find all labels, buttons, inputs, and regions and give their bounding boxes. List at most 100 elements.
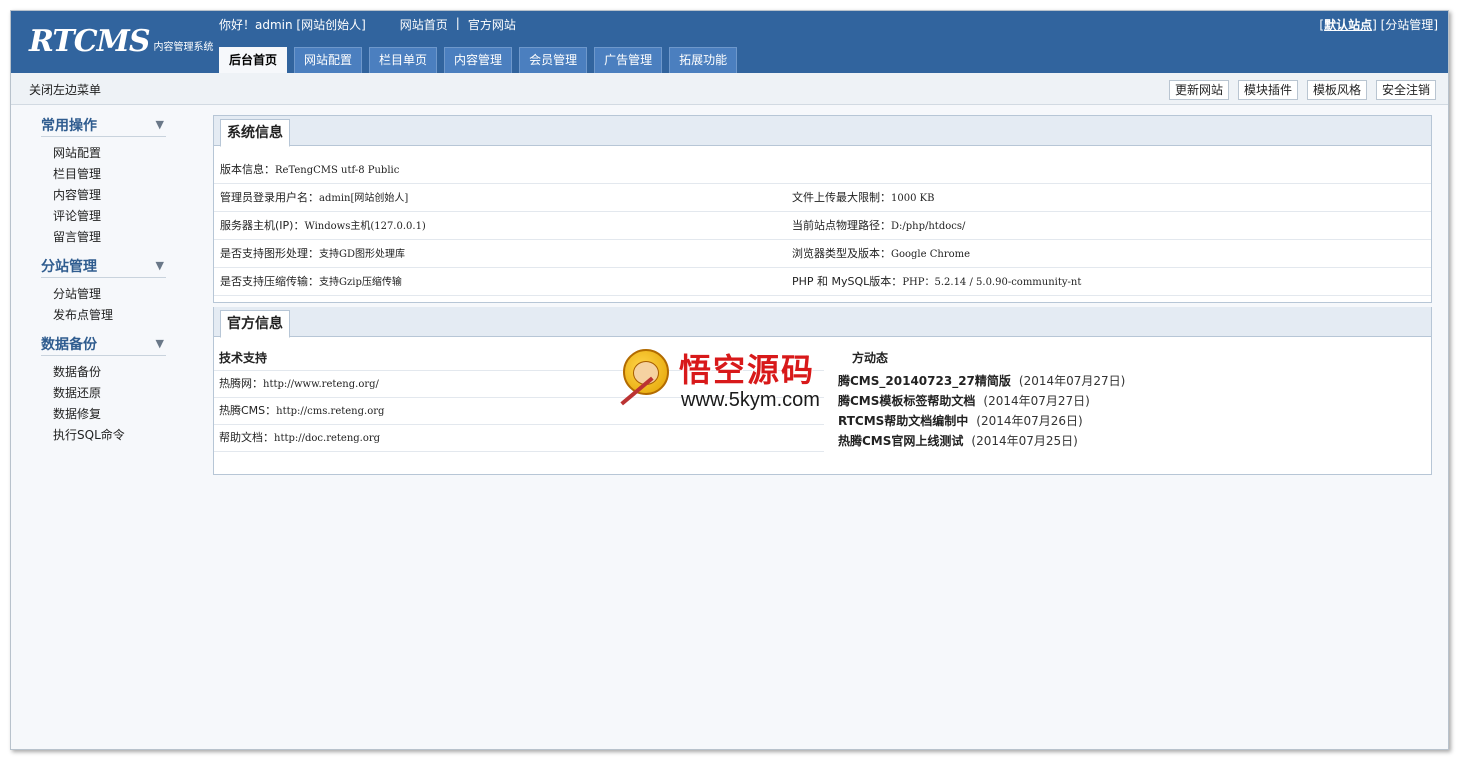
main-tabs: 后台首页 网站配置 栏目单页 内容管理 会员管理 广告管理 拓展功能 (219, 47, 738, 73)
system-info-cell: 服务器主机(IP)：Windows主机(127.0.0.1) (214, 212, 786, 239)
support-link[interactable]: http://doc.reteng.org (274, 433, 380, 444)
info-value: 支持Gzip压缩传输 (319, 277, 402, 288)
sidebar-item[interactable]: 分站管理 (53, 284, 166, 305)
news-item: 腾CMS_20140723_27精简版 (2014年07月27日) (838, 371, 1424, 391)
system-info-row: 是否支持压缩传输：支持Gzip压缩传输 PHP 和 MySQL版本：PHP：5.2… (214, 268, 1431, 296)
greeting-text: 你好！admin [网站创始人] (219, 18, 366, 32)
branch-manage-link[interactable]: 分站管理 (1385, 18, 1433, 32)
sidebar-group-title: 常用操作 (41, 117, 97, 134)
site-switcher: [默认站点] [分站管理] (1319, 18, 1438, 32)
info-value: 1000 KB (891, 193, 935, 204)
news-date: (2014年07月26日) (976, 414, 1083, 428)
sidebar-group-header[interactable]: 分站管理 ▼ (41, 254, 166, 278)
info-label: 文件上传最大限制： (792, 191, 891, 204)
news-list: 方动态 腾CMS_20140723_27精简版 (2014年07月27日) 腾CMS… (824, 337, 1424, 452)
app-window: RTCMS 内容管理系统 你好！admin [网站创始人] 网站首页 | 官方网… (10, 10, 1449, 750)
sidebar-item[interactable]: 数据还原 (53, 383, 166, 404)
support-label: 帮助文档： (219, 431, 274, 444)
sidebar-item[interactable]: 数据修复 (53, 404, 166, 425)
system-info-cell: 文件上传最大限制：1000 KB (786, 184, 1358, 211)
sidebar: 常用操作 ▼ 网站配置 栏目管理 内容管理 评论管理 留言管理 分站管理 ▼ 分站管理 发布点管理数… (41, 113, 166, 452)
news-date: (2014年07月25日) (971, 434, 1078, 448)
version-value: ReTengCMS utf-8 Public (275, 165, 400, 176)
sidebar-item[interactable]: 网站配置 (53, 143, 166, 164)
module-plugins-button[interactable]: 模块插件 (1237, 80, 1298, 100)
watermark-logo: 悟空源码 www.5kym.com (617, 345, 847, 419)
logo-sub-text: 内容管理系统 (153, 42, 214, 53)
info-label: 浏览器类型及版本： (792, 247, 891, 260)
support-link[interactable]: http://cms.reteng.org (276, 406, 384, 417)
logo: RTCMS 内容管理系统 (29, 25, 213, 59)
sidebar-group-items: 数据备份 数据还原 数据修复 执行SQL命令 (41, 356, 166, 446)
info-value: D:/php/htdocs/ (891, 221, 966, 232)
system-info-cell: PHP 和 MySQL版本：PHP：5.2.14 / 5.0.90-commun… (786, 268, 1358, 295)
toolbar: 关闭左边菜单 更新网站 模块插件 模板风格 安全注销 (11, 73, 1448, 105)
tab-0[interactable]: 后台首页 (219, 47, 288, 73)
sidebar-group-items: 网站配置 栏目管理 内容管理 评论管理 留言管理 (41, 137, 166, 248)
watermark-title: 悟空源码 (679, 351, 816, 389)
sidebar-group: 常用操作 ▼ 网站配置 栏目管理 内容管理 评论管理 留言管理 (41, 113, 166, 248)
update-site-button[interactable]: 更新网站 (1168, 80, 1229, 100)
panel-header: 官方信息 (214, 307, 1431, 338)
tab-4[interactable]: 会员管理 (519, 47, 588, 73)
system-info-rows: 版本信息：ReTengCMS utf-8 Public 管理员登录用户名：adm… (214, 146, 1431, 296)
sidebar-item[interactable]: 内容管理 (53, 185, 166, 206)
close-left-menu-link[interactable]: 关闭左边菜单 (29, 81, 101, 98)
sidebar-group-header[interactable]: 常用操作 ▼ (41, 113, 166, 137)
site-home-link[interactable]: 网站首页 (400, 16, 448, 33)
sidebar-group: 分站管理 ▼ 分站管理 发布点管理 (41, 254, 166, 326)
support-label: 热腾CMS： (219, 404, 277, 417)
sidebar-item[interactable]: 数据备份 (53, 362, 166, 383)
news-item: 热腾CMS官网上线测试 (2014年07月25日) (838, 431, 1424, 451)
tab-5[interactable]: 广告管理 (594, 47, 663, 73)
template-style-button[interactable]: 模板风格 (1306, 80, 1367, 100)
sidebar-group-items: 分站管理 发布点管理 (41, 278, 166, 326)
info-label: PHP 和 MySQL版本： (792, 275, 903, 288)
news-date: (2014年07月27日) (983, 394, 1090, 408)
news-title-link[interactable]: 腾CMS_20140723_27精简版 (838, 374, 1011, 388)
news-title-link[interactable]: 热腾CMS官网上线测试 (838, 434, 963, 448)
official-site-link[interactable]: 官方网站 (468, 16, 516, 33)
news-item: 腾CMS模板标签帮助文档 (2014年07月27日) (838, 391, 1424, 411)
version-label: 版本信息： (220, 163, 275, 176)
logout-button[interactable]: 安全注销 (1375, 80, 1436, 100)
news-date: (2014年07月27日) (1018, 374, 1126, 388)
sidebar-item[interactable]: 评论管理 (53, 206, 166, 227)
system-info-row: 管理员登录用户名：admin[网站创始人] 文件上传最大限制：1000 KB (214, 184, 1431, 212)
system-info-cell: 管理员登录用户名：admin[网站创始人] (214, 184, 786, 211)
sidebar-group-title: 数据备份 (41, 336, 97, 353)
system-info-cell: 浏览器类型及版本：Google Chrome (786, 240, 1358, 267)
news-title-link[interactable]: 腾CMS模板标签帮助文档 (838, 394, 975, 408)
system-info-cell: 是否支持图形处理：支持GD图形处理库 (214, 240, 786, 267)
news-head: 方动态 (852, 351, 889, 365)
system-info-panel: 系统信息 版本信息：ReTengCMS utf-8 Public 管理员登录用户… (213, 115, 1432, 303)
chevron-down-icon[interactable]: ▼ (156, 259, 164, 272)
support-row: 帮助文档：http://doc.reteng.org (214, 425, 824, 452)
chevron-down-icon[interactable]: ▼ (156, 118, 164, 131)
tab-3[interactable]: 内容管理 (444, 47, 513, 73)
sidebar-item[interactable]: 发布点管理 (53, 305, 166, 326)
news-item: RTCMS帮助文档编制中 (2014年07月26日) (838, 411, 1424, 431)
top-header: RTCMS 内容管理系统 你好！admin [网站创始人] 网站首页 | 官方网… (11, 11, 1448, 73)
user-greeting-bar: 你好！admin [网站创始人] 网站首页 | 官方网站 (219, 16, 516, 33)
sidebar-group-header[interactable]: 数据备份 ▼ (41, 332, 166, 356)
info-label: 是否支持图形处理： (220, 247, 319, 260)
sidebar-item[interactable]: 留言管理 (53, 227, 166, 248)
tab-6[interactable]: 拓展功能 (669, 47, 738, 73)
official-info-title: 官方信息 (220, 310, 290, 338)
news-title-link[interactable]: RTCMS帮助文档编制中 (838, 414, 968, 428)
info-value: 支持GD图形处理库 (319, 249, 406, 260)
sidebar-item[interactable]: 栏目管理 (53, 164, 166, 185)
toolbar-buttons: 更新网站 模块插件 模板风格 安全注销 (1168, 80, 1436, 100)
tab-2[interactable]: 栏目单页 (369, 47, 438, 73)
watermark-url: www.5kym.com (681, 389, 820, 411)
info-label: 管理员登录用户名： (220, 191, 319, 204)
chevron-down-icon[interactable]: ▼ (156, 337, 164, 350)
support-link[interactable]: http://www.reteng.org/ (263, 379, 379, 390)
default-site-link[interactable]: 默认站点 (1324, 18, 1372, 32)
sidebar-item[interactable]: 执行SQL命令 (53, 425, 166, 446)
tab-1[interactable]: 网站配置 (294, 47, 363, 73)
info-label: 当前站点物理路径： (792, 219, 891, 232)
info-value: Google Chrome (891, 249, 971, 260)
system-info-row: 是否支持图形处理：支持GD图形处理库 浏览器类型及版本：Google Chrome (214, 240, 1431, 268)
